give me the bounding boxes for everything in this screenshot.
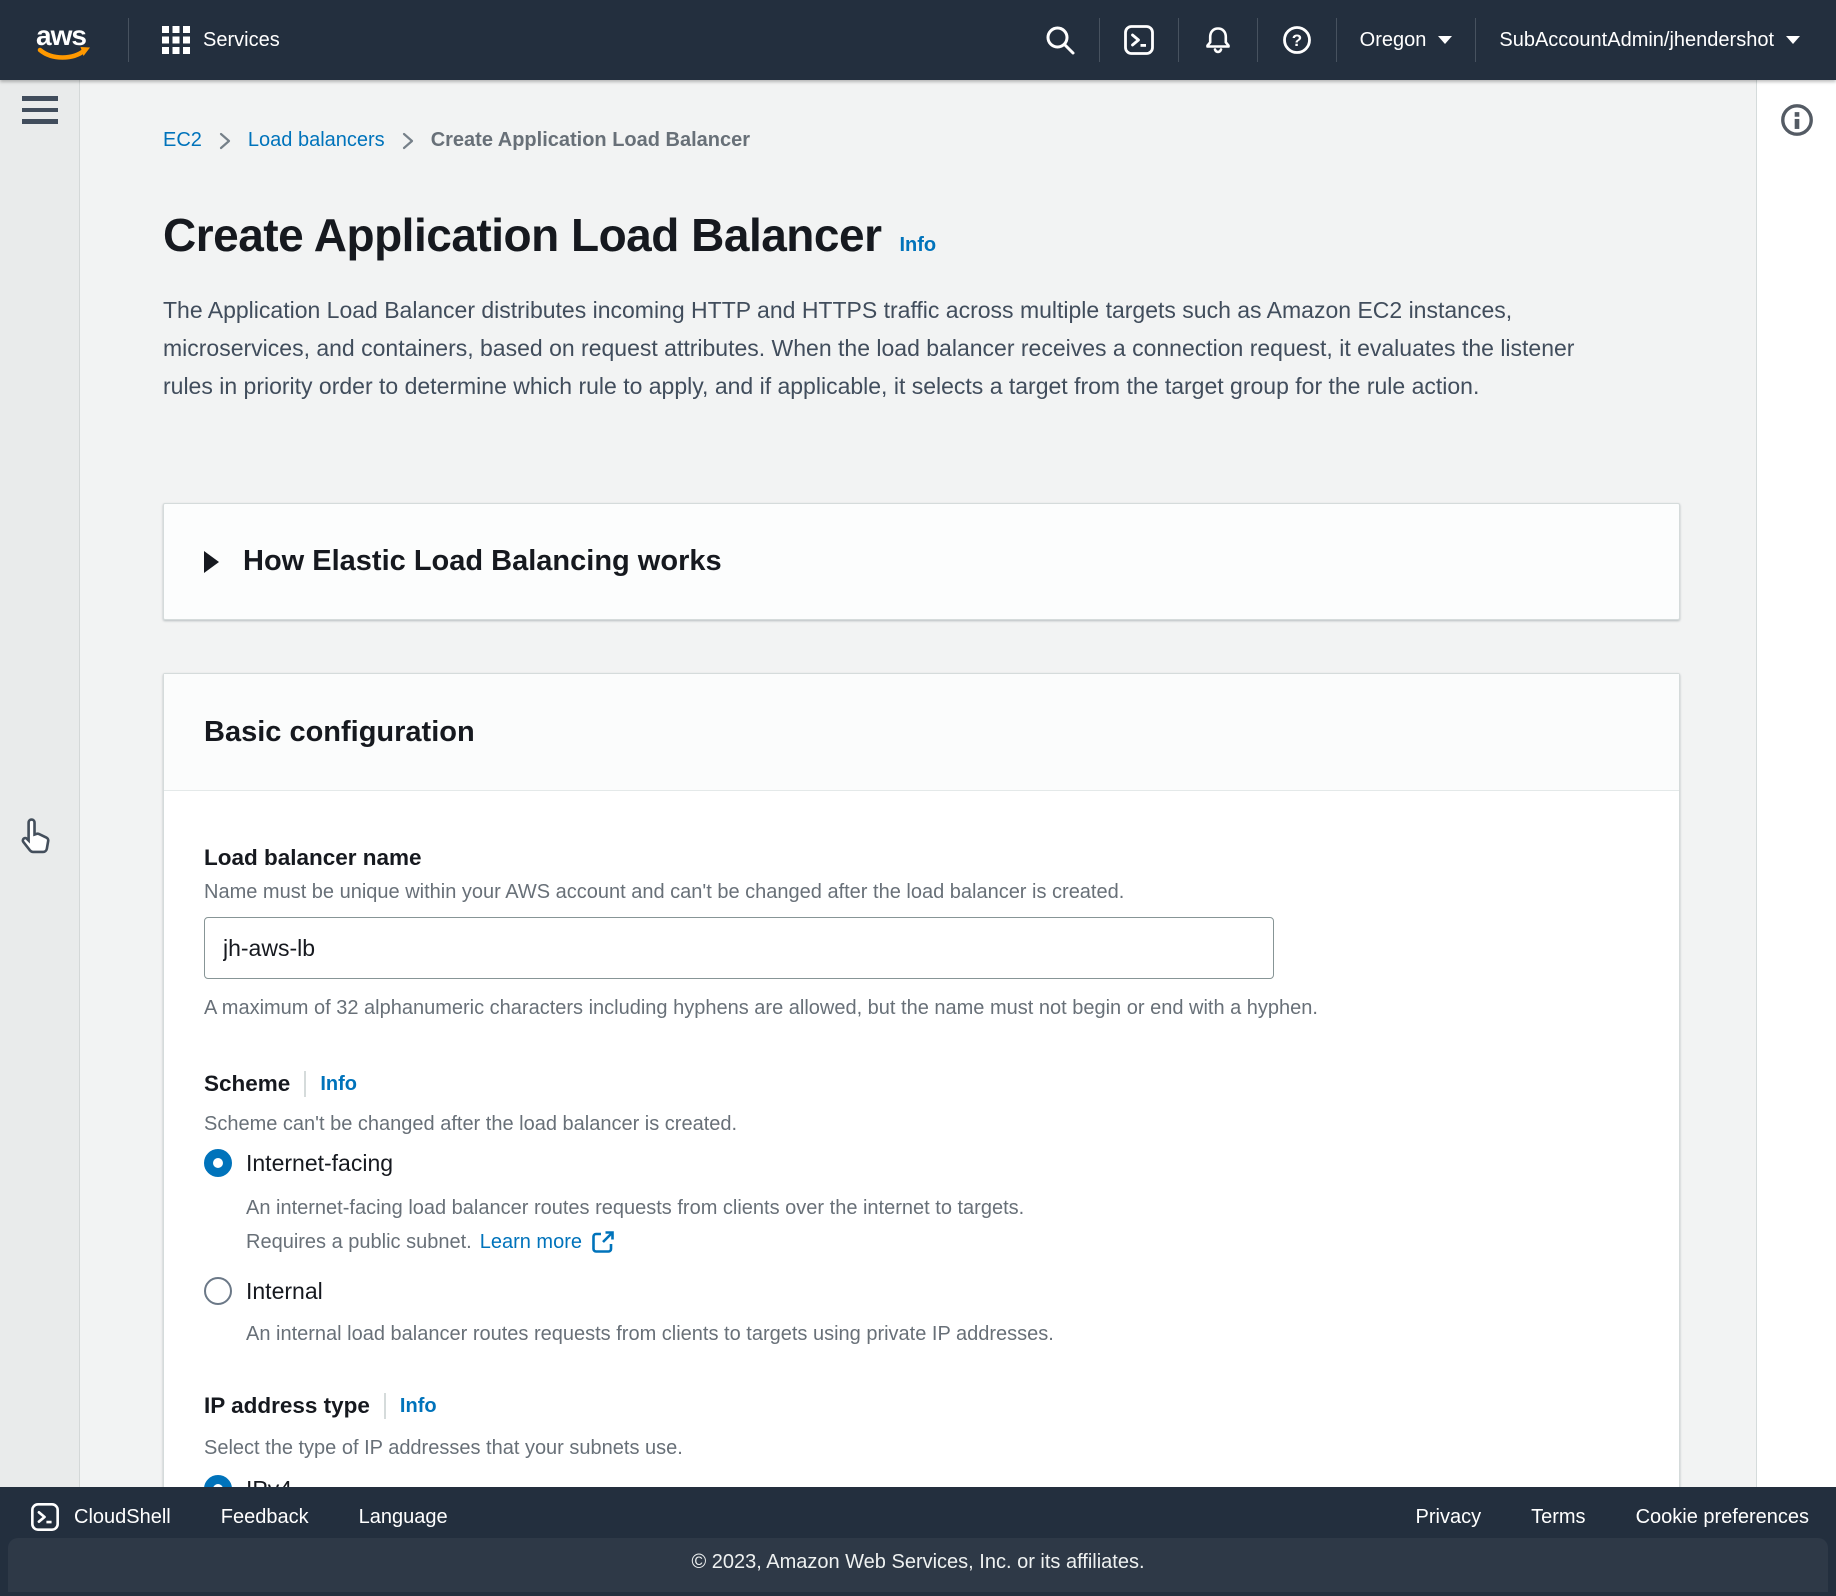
topbar-divider: [1178, 18, 1179, 62]
footer-left-links: CloudShell Feedback Language: [30, 1502, 448, 1532]
info-panel-button[interactable]: [1777, 100, 1817, 143]
topbar-divider: [1475, 18, 1476, 62]
lb-name-description: Name must be unique within your AWS acco…: [204, 881, 1124, 904]
basic-configuration-card: Basic configuration Load balancer name N…: [163, 673, 1680, 1487]
scheme-label: Scheme: [204, 1071, 290, 1097]
search-button[interactable]: [1044, 24, 1076, 56]
footer-right-links: Privacy Terms Cookie preferences: [1416, 1506, 1809, 1529]
footer-terms-link[interactable]: Terms: [1531, 1506, 1585, 1529]
breadcrumb-chevron-icon: [400, 130, 416, 152]
scheme-label-row: Scheme Info: [204, 1071, 357, 1097]
page-info-link[interactable]: Info: [899, 234, 936, 257]
topbar-right-cluster: ? Oregon SubAccountAdmin/jhendershot: [1044, 18, 1800, 62]
topbar-divider: [1257, 18, 1258, 62]
aws-logo[interactable]: aws: [30, 17, 96, 63]
topbar-divider: [128, 18, 129, 62]
ip-type-info-link[interactable]: Info: [400, 1395, 437, 1418]
radio-selected[interactable]: [204, 1475, 232, 1487]
expand-triangle-icon: [204, 551, 219, 573]
page-description: The Application Load Balancer distribute…: [163, 291, 1623, 405]
basic-configuration-title: Basic configuration: [204, 716, 475, 749]
svg-text:aws: aws: [36, 20, 86, 51]
breadcrumb-chevron-icon: [217, 130, 233, 152]
footer-feedback-button[interactable]: Feedback: [221, 1506, 309, 1529]
ip-type-label: IP address type: [204, 1393, 370, 1419]
hamburger-menu-button[interactable]: [22, 96, 58, 131]
footer-privacy-link[interactable]: Privacy: [1416, 1506, 1482, 1529]
top-navigation-bar: aws Services: [0, 0, 1836, 80]
scheme-option-internal[interactable]: Internal: [204, 1277, 323, 1305]
left-sidebar-rail: [0, 80, 80, 1487]
lb-name-label: Load balancer name: [204, 845, 422, 871]
how-elb-works-expander[interactable]: How Elastic Load Balancing works: [163, 503, 1680, 620]
help-icon: ?: [1281, 24, 1313, 56]
internet-facing-label: Internet-facing: [246, 1150, 393, 1177]
footer-links-row: CloudShell Feedback Language Privacy Ter…: [0, 1487, 1836, 1547]
bell-icon: [1202, 24, 1234, 56]
expander-title: How Elastic Load Balancing works: [243, 545, 722, 578]
radio-selected[interactable]: [204, 1149, 232, 1177]
search-icon: [1044, 24, 1076, 56]
footer-copyright: © 2023, Amazon Web Services, Inc. or its…: [0, 1551, 1836, 1574]
page-title-row: Create Application Load Balancer Info: [163, 208, 936, 262]
ipv4-label: IPv4: [246, 1476, 292, 1488]
basic-configuration-body: Load balancer name Name must be unique w…: [164, 791, 1679, 1487]
cloudshell-label: CloudShell: [74, 1506, 171, 1529]
internet-facing-description-2: Requires a public subnet. Learn more: [246, 1225, 616, 1259]
account-menu[interactable]: SubAccountAdmin/jhendershot: [1499, 29, 1800, 52]
footer-cookie-preferences-link[interactable]: Cookie preferences: [1636, 1506, 1809, 1529]
info-circle-icon: [1777, 100, 1817, 140]
footer-language-button[interactable]: Language: [359, 1506, 448, 1529]
footer-cloudshell-button[interactable]: CloudShell: [30, 1502, 171, 1532]
internal-label: Internal: [246, 1278, 323, 1305]
help-button[interactable]: ?: [1281, 24, 1313, 56]
scheme-option-internet-facing[interactable]: Internet-facing: [204, 1149, 393, 1177]
internet-facing-description: An internet-facing load balancer routes …: [246, 1191, 1024, 1225]
right-tools-rail: [1756, 80, 1836, 1487]
requires-public-subnet-text: Requires a public subnet.: [246, 1225, 472, 1259]
hand-cursor: [16, 816, 56, 862]
console-footer: CloudShell Feedback Language Privacy Ter…: [0, 1487, 1836, 1596]
scheme-info-link[interactable]: Info: [320, 1073, 357, 1096]
caret-down-icon: [1786, 36, 1800, 44]
ip-type-label-row: IP address type Info: [204, 1393, 437, 1419]
services-menu-button[interactable]: Services: [161, 25, 280, 55]
label-divider: [304, 1071, 306, 1097]
breadcrumb-ec2-link[interactable]: EC2: [163, 129, 202, 152]
main-content-area: EC2 Load balancers Create Application Lo…: [81, 80, 1756, 1487]
scheme-description: Scheme can't be changed after the load b…: [204, 1113, 737, 1136]
account-label: SubAccountAdmin/jhendershot: [1499, 29, 1774, 52]
radio-unselected[interactable]: [204, 1277, 232, 1305]
breadcrumb: EC2 Load balancers Create Application Lo…: [163, 129, 750, 152]
region-label: Oregon: [1360, 29, 1427, 52]
internal-description: An internal load balancer routes request…: [246, 1317, 1054, 1351]
services-label: Services: [203, 29, 280, 52]
cloudshell-icon: [30, 1502, 60, 1532]
topbar-divider: [1336, 18, 1337, 62]
apps-grid-icon: [161, 25, 191, 55]
ip-type-description: Select the type of IP addresses that you…: [204, 1437, 683, 1460]
lb-name-constraint: A maximum of 32 alphanumeric characters …: [204, 997, 1318, 1020]
label-divider: [384, 1393, 386, 1419]
breadcrumb-current: Create Application Load Balancer: [431, 129, 750, 152]
basic-configuration-header: Basic configuration: [164, 674, 1679, 791]
aws-logo-icon: aws: [30, 17, 96, 63]
lb-name-input[interactable]: [204, 917, 1274, 979]
region-selector[interactable]: Oregon: [1360, 29, 1453, 52]
cloudshell-button[interactable]: [1123, 24, 1155, 56]
page-title: Create Application Load Balancer: [163, 208, 881, 262]
aws-console-screen: aws Services: [0, 0, 1836, 1596]
breadcrumb-load-balancers-link[interactable]: Load balancers: [248, 129, 385, 152]
topbar-divider: [1099, 18, 1100, 62]
cloudshell-icon: [1123, 24, 1155, 56]
caret-down-icon: [1438, 36, 1452, 44]
learn-more-link[interactable]: Learn more: [480, 1225, 582, 1259]
ip-type-option-ipv4[interactable]: IPv4: [204, 1475, 292, 1487]
notifications-button[interactable]: [1202, 24, 1234, 56]
svg-text:?: ?: [1291, 31, 1301, 50]
external-link-icon: [590, 1229, 616, 1255]
